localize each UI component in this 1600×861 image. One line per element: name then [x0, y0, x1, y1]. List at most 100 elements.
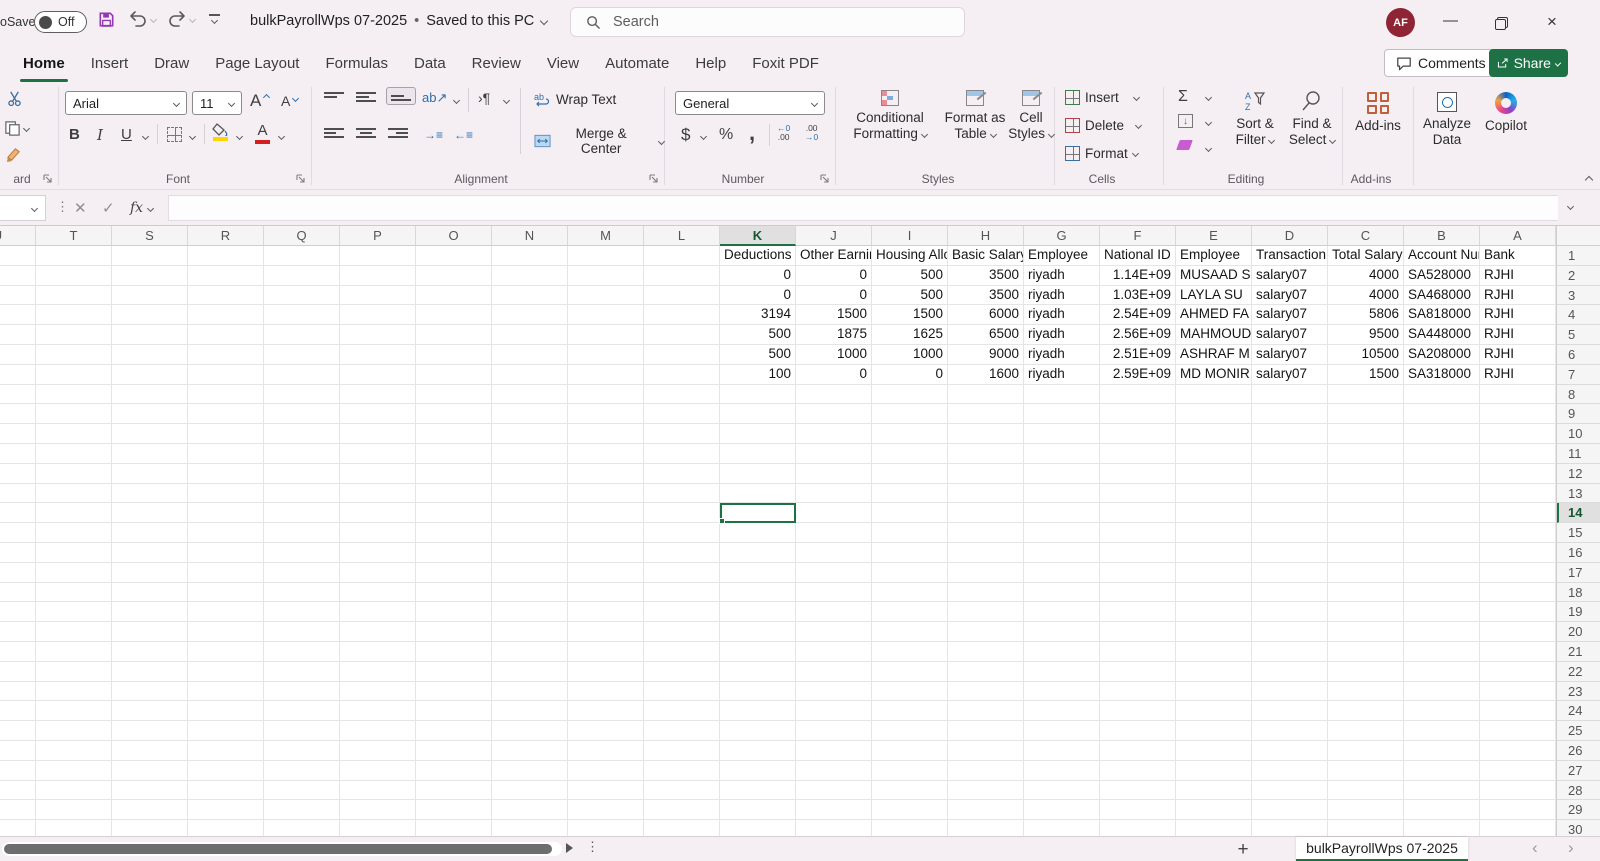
cell-S4[interactable]: [112, 305, 188, 326]
cell-N15[interactable]: [492, 523, 568, 543]
redo-dropdown-icon[interactable]: [188, 15, 197, 23]
cell-Q4[interactable]: [264, 305, 340, 326]
cell-H22[interactable]: [948, 661, 1024, 682]
cell-U19[interactable]: [0, 602, 36, 623]
cell-F30[interactable]: [1100, 820, 1176, 836]
cell-U16[interactable]: [0, 542, 36, 563]
cell-R1[interactable]: [188, 246, 264, 266]
align-right-button[interactable]: [388, 128, 408, 138]
cell-M24[interactable]: [568, 701, 644, 722]
cell-C19[interactable]: [1328, 602, 1404, 623]
cell-P7[interactable]: [340, 364, 416, 385]
cell-I3[interactable]: 500: [872, 285, 948, 306]
cell-N12[interactable]: [492, 463, 568, 484]
cell-M27[interactable]: [568, 760, 644, 781]
cell-Q26[interactable]: [264, 740, 340, 761]
cell-A3[interactable]: RJHI: [1480, 285, 1556, 306]
cell-F15[interactable]: [1100, 523, 1176, 543]
row-header-5[interactable]: 5: [1557, 325, 1600, 345]
cell-H28[interactable]: [948, 780, 1024, 801]
cell-F19[interactable]: [1100, 602, 1176, 623]
cell-P13[interactable]: [340, 483, 416, 504]
cell-O15[interactable]: [416, 523, 492, 543]
cell-S14[interactable]: [112, 503, 188, 524]
cell-T8[interactable]: [36, 384, 112, 405]
autosum-button[interactable]: Σ: [1178, 88, 1188, 106]
cell-U28[interactable]: [0, 780, 36, 801]
cell-N5[interactable]: [492, 325, 568, 345]
column-header-O[interactable]: O: [416, 226, 492, 246]
cell-J30[interactable]: [796, 820, 872, 836]
cell-G21[interactable]: [1024, 641, 1100, 662]
font-color-button[interactable]: A: [255, 122, 270, 144]
cell-U29[interactable]: [0, 800, 36, 821]
fill-button[interactable]: ↓: [1178, 114, 1193, 128]
cell-C11[interactable]: [1328, 443, 1404, 464]
cell-U25[interactable]: [0, 721, 36, 741]
cell-F22[interactable]: [1100, 661, 1176, 682]
cell-S16[interactable]: [112, 542, 188, 563]
cell-B26[interactable]: [1404, 740, 1480, 761]
column-header-M[interactable]: M: [568, 226, 644, 246]
cell-C25[interactable]: [1328, 721, 1404, 741]
cell-G1[interactable]: Employee: [1024, 246, 1100, 266]
cell-M12[interactable]: [568, 463, 644, 484]
cell-B8[interactable]: [1404, 384, 1480, 405]
share-dropdown-icon[interactable]: [1554, 59, 1562, 67]
cell-Q8[interactable]: [264, 384, 340, 405]
percent-style-button[interactable]: %: [719, 126, 733, 144]
accounting-dropdown-icon[interactable]: [699, 132, 708, 141]
cell-R26[interactable]: [188, 740, 264, 761]
cell-I18[interactable]: [872, 582, 948, 603]
cell-U3[interactable]: [0, 285, 36, 306]
cell-C16[interactable]: [1328, 542, 1404, 563]
row-header-11[interactable]: 11: [1557, 444, 1600, 464]
cell-K13[interactable]: [720, 483, 796, 504]
cell-F28[interactable]: [1100, 780, 1176, 801]
row-header-14[interactable]: 14: [1557, 503, 1600, 524]
cell-G2[interactable]: riyadh: [1024, 265, 1100, 286]
cell-U22[interactable]: [0, 661, 36, 682]
cell-H19[interactable]: [948, 602, 1024, 623]
row-header-21[interactable]: 21: [1557, 642, 1600, 662]
cell-P28[interactable]: [340, 780, 416, 801]
cell-B6[interactable]: SA208000: [1404, 344, 1480, 365]
cell-S25[interactable]: [112, 721, 188, 741]
alignment-dialog-launcher-icon[interactable]: [648, 173, 660, 185]
cell-U30[interactable]: [0, 820, 36, 836]
cell-D8[interactable]: [1252, 384, 1328, 405]
row-header-29[interactable]: 29: [1557, 800, 1600, 821]
cell-R25[interactable]: [188, 721, 264, 741]
cell-I14[interactable]: [872, 503, 948, 524]
cell-S8[interactable]: [112, 384, 188, 405]
cell-styles-button[interactable]: Cell Styles: [1008, 90, 1055, 142]
cell-J27[interactable]: [796, 760, 872, 781]
cell-G16[interactable]: [1024, 542, 1100, 563]
cell-N26[interactable]: [492, 740, 568, 761]
cell-Q9[interactable]: [264, 404, 340, 425]
cell-C17[interactable]: [1328, 562, 1404, 583]
decrease-indent-button[interactable]: ←≡: [454, 128, 473, 142]
cell-B11[interactable]: [1404, 443, 1480, 464]
paste-copy-button[interactable]: [4, 120, 31, 137]
clear-button[interactable]: [1176, 140, 1193, 150]
cell-C15[interactable]: [1328, 523, 1404, 543]
cell-E14[interactable]: [1176, 503, 1252, 524]
clear-dropdown-icon[interactable]: [1204, 144, 1213, 153]
cell-E21[interactable]: [1176, 641, 1252, 662]
cell-E13[interactable]: [1176, 483, 1252, 504]
underline-button[interactable]: U: [121, 126, 132, 143]
cell-M18[interactable]: [568, 582, 644, 603]
cell-U11[interactable]: [0, 443, 36, 464]
cell-A29[interactable]: [1480, 800, 1556, 821]
cell-B12[interactable]: [1404, 463, 1480, 484]
cell-U20[interactable]: [0, 622, 36, 642]
cell-D1[interactable]: Transaction: [1252, 246, 1328, 266]
fill-color-button[interactable]: [212, 123, 228, 141]
cell-G20[interactable]: [1024, 622, 1100, 642]
cell-J24[interactable]: [796, 701, 872, 722]
cell-S11[interactable]: [112, 443, 188, 464]
row-header-26[interactable]: 26: [1557, 741, 1600, 761]
cell-U4[interactable]: [0, 305, 36, 326]
cell-D4[interactable]: salary07: [1252, 305, 1328, 326]
